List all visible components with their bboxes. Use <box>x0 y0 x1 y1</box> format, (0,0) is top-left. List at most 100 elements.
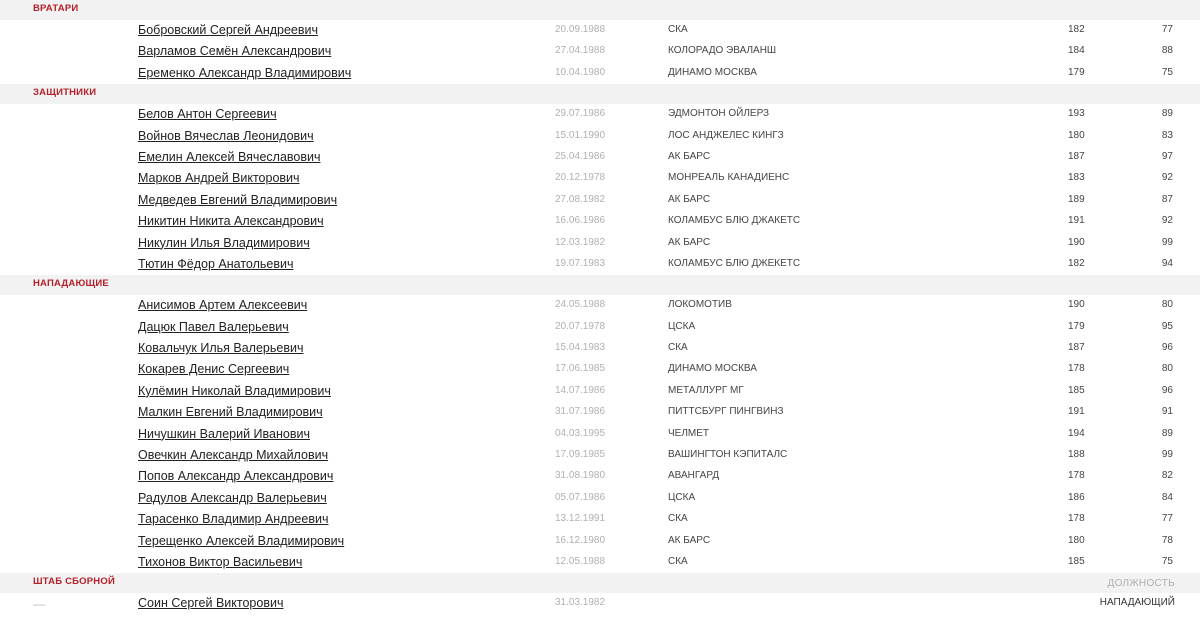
player-height: 179 <box>1068 66 1085 78</box>
player-name-link[interactable]: Еременко Александр Владимирович <box>138 66 351 80</box>
player-dob: 31.08.1980 <box>555 470 606 482</box>
player-name-link[interactable]: Анисимов Артем Алексеевич <box>138 298 307 312</box>
player-height: 190 <box>1068 236 1085 248</box>
player-name-link[interactable]: Войнов Вячеслав Леонидович <box>138 129 314 143</box>
player-row: Никулин Илья Владимирович 12.03.1982 АК БА… <box>0 233 1200 254</box>
player-row: Белов Антон Сергеевич 29.07.1986 ЭДМОНТОН … <box>0 104 1200 125</box>
player-club: ЧЕЛМЕТ <box>668 427 710 439</box>
player-club: ЛОКОМОТИВ <box>668 299 732 311</box>
player-dob: 13.12.1991 <box>555 513 606 525</box>
player-name-link[interactable]: Никулин Илья Владимирович <box>138 236 310 250</box>
player-name-link[interactable]: Кулёмин Николай Владимирович <box>138 384 331 398</box>
player-weight: 75 <box>1161 66 1173 78</box>
player-weight: 99 <box>1161 236 1173 248</box>
player-row: Бобровский Сергей Андреевич 20.09.1988 СКА… <box>0 20 1200 41</box>
player-dob: 15.04.1983 <box>555 342 606 354</box>
player-row: Тютин Фёдор Анатольевич 19.07.1983 КОЛАМБУ… <box>0 254 1200 275</box>
player-dob: 12.03.1982 <box>555 236 606 248</box>
player-dob: 27.04.1988 <box>555 45 606 57</box>
player-dob: 15.01.1990 <box>555 129 606 141</box>
player-height: 184 <box>1068 45 1085 57</box>
section-title: ВРАТАРИ <box>33 3 79 14</box>
staff-position: НАПАДАЮЩИЙ <box>1099 597 1175 609</box>
player-weight: 97 <box>1161 150 1173 162</box>
player-name-link[interactable]: Белов Антон Сергеевич <box>138 107 277 121</box>
player-dob: 25.04.1986 <box>555 150 606 162</box>
player-name-link[interactable]: Тарасенко Владимир Андреевич <box>138 512 328 526</box>
player-weight: 80 <box>1161 299 1173 311</box>
player-weight: 83 <box>1161 129 1173 141</box>
staff-dash: — <box>33 597 45 612</box>
player-height: 187 <box>1068 150 1085 162</box>
player-height: 183 <box>1068 172 1085 184</box>
player-club: ЦСКА <box>668 320 696 332</box>
player-weight: 77 <box>1161 24 1173 35</box>
player-name-link[interactable]: Дацюк Павел Валерьевич <box>138 320 289 334</box>
player-dob: 29.07.1986 <box>555 108 606 120</box>
player-name-link[interactable]: Попов Александр Александрович <box>138 469 333 483</box>
player-name-link[interactable]: Ковальчук Илья Валерьевич <box>138 341 303 355</box>
player-row: Тарасенко Владимир Андреевич 13.12.1991 СК… <box>0 509 1200 530</box>
player-weight: 84 <box>1161 491 1173 503</box>
player-club: ВАШИНГТОН КЭПИТАЛС <box>668 449 788 461</box>
player-name-link[interactable]: Марков Андрей Викторович <box>138 171 300 185</box>
player-dob: 19.07.1983 <box>555 257 606 269</box>
player-height: 194 <box>1068 427 1085 439</box>
player-name-link[interactable]: Никитин Никита Александрович <box>138 214 324 228</box>
player-weight: 87 <box>1161 193 1173 205</box>
player-weight: 89 <box>1161 427 1173 439</box>
player-name-link[interactable]: Радулов Александр Валерьевич <box>138 491 327 505</box>
player-name-link[interactable]: Тютин Фёдор Анатольевич <box>138 257 293 271</box>
player-row: Медведев Евгений Владимирович 27.08.1982 А… <box>0 190 1200 211</box>
player-name-link[interactable]: Медведев Евгений Владимирович <box>138 193 337 207</box>
player-weight: 77 <box>1161 513 1173 525</box>
player-name-link[interactable]: Ничушкин Валерий Иванович <box>138 427 310 441</box>
player-row: Емелин Алексей Вячеславович 25.04.1986 АК … <box>0 147 1200 168</box>
player-height: 178 <box>1068 363 1085 375</box>
player-height: 190 <box>1068 299 1085 311</box>
player-dob: 27.08.1982 <box>555 193 606 205</box>
player-club: ЦСКА <box>668 491 696 503</box>
player-weight: 96 <box>1161 384 1173 396</box>
player-club: КОЛАМБУС БЛЮ ДЖЕКЕТС <box>668 257 801 269</box>
player-weight: 78 <box>1161 534 1173 546</box>
player-name-link[interactable]: Тихонов Виктор Васильевич <box>138 555 302 569</box>
team-roster: ВРАТАРИ Бобровский Сергей Андреевич 20.09… <box>0 0 1200 615</box>
player-weight: 94 <box>1161 257 1173 269</box>
player-height: 185 <box>1068 555 1085 567</box>
player-row: Малкин Евгений Владимирович 31.07.1986 ПИТ… <box>0 402 1200 423</box>
player-height: 187 <box>1068 342 1085 354</box>
player-row: Кокарев Денис Сергеевич 17.06.1985 ДИНАМО … <box>0 359 1200 380</box>
player-name-link[interactable]: Терещенко Алексей Владимирович <box>138 534 344 548</box>
player-row: Варламов Семён Александрович 27.04.1988 КО… <box>0 41 1200 62</box>
player-dob: 05.07.1986 <box>555 491 606 503</box>
player-height: 178 <box>1068 513 1085 525</box>
player-name-link[interactable]: Кокарев Денис Сергеевич <box>138 362 289 376</box>
player-row: Никитин Никита Александрович 16.06.1986 КО… <box>0 211 1200 232</box>
player-row: Анисимов Артем Алексеевич 24.05.1988 ЛОКОМ… <box>0 295 1200 316</box>
player-weight: 75 <box>1161 555 1173 567</box>
player-dob: 16.06.1986 <box>555 215 606 227</box>
player-club: АВАНГАРД <box>668 470 720 482</box>
staff-name-link[interactable]: Соин Сергей Викторович <box>138 596 283 610</box>
player-dob: 24.05.1988 <box>555 299 606 311</box>
player-row: Ковальчук Илья Валерьевич 15.04.1983 СКА 18… <box>0 338 1200 359</box>
section-header-goalies: ВРАТАРИ <box>0 0 1200 20</box>
section-title: ЗАЩИТНИКИ <box>33 87 97 99</box>
player-weight: 88 <box>1161 45 1173 57</box>
section-title: НАПАДАЮЩИЕ <box>33 278 109 290</box>
player-height: 188 <box>1068 449 1085 461</box>
player-name-link[interactable]: Овечкин Александр Михайлович <box>138 448 328 462</box>
player-weight: 89 <box>1161 108 1173 120</box>
player-name-link[interactable]: Емелин Алексей Вячеславович <box>138 150 320 164</box>
player-height: 180 <box>1068 534 1085 546</box>
player-row: Терещенко Алексей Владимирович 16.12.1980… <box>0 531 1200 552</box>
section-title: ШТАБ СБОРНОЙ <box>33 576 115 588</box>
player-name-link[interactable]: Варламов Семён Александрович <box>138 44 331 58</box>
player-weight: 92 <box>1161 215 1173 227</box>
player-name-link[interactable]: Бобровский Сергей Андреевич <box>138 23 318 37</box>
player-weight: 95 <box>1161 320 1173 332</box>
player-name-link[interactable]: Малкин Евгений Владимирович <box>138 405 323 419</box>
player-height: 189 <box>1068 193 1085 205</box>
player-dob: 10.04.1980 <box>555 66 606 78</box>
